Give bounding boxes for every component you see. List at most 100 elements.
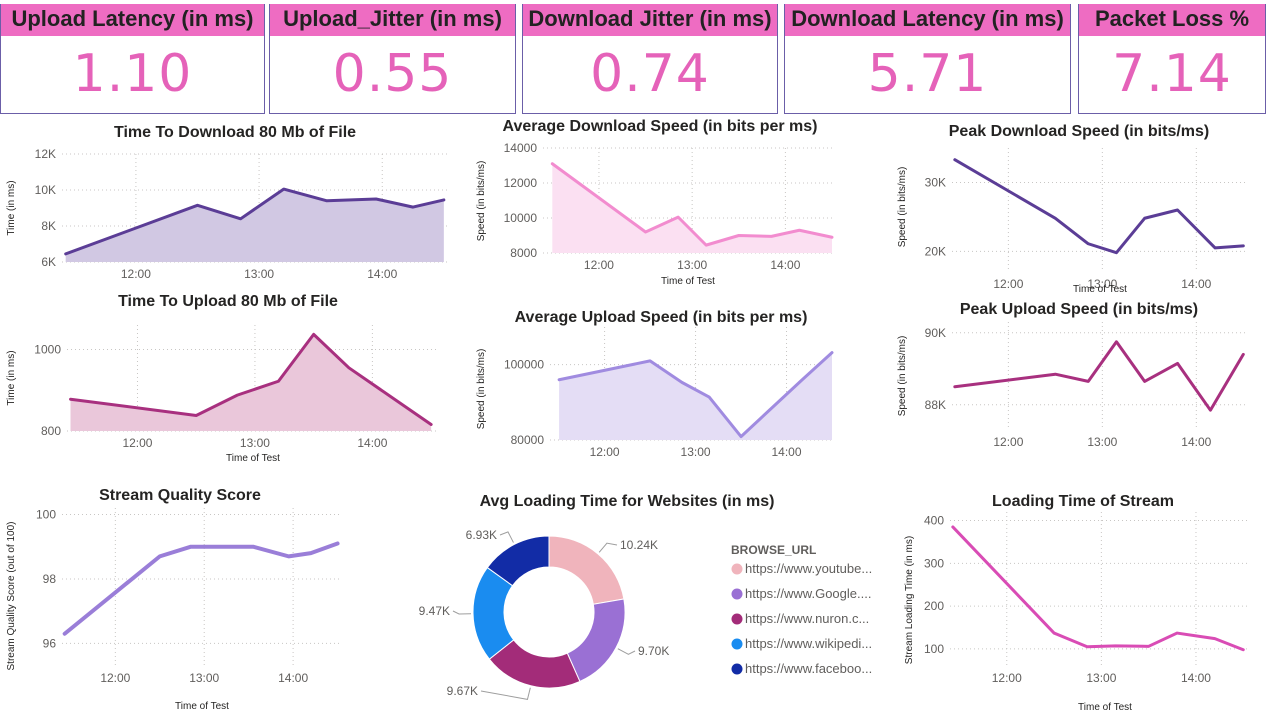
x-tick-label: 13:00 [244,267,274,281]
data-label-leader [480,687,531,700]
x-tick-label: 14:00 [1181,277,1211,291]
legend-marker [731,588,743,600]
series-line [951,525,1245,652]
chart-dl-time: Time To Download 80 Mb of File 6K 8K 10K 12K… [6,124,450,281]
series-line [62,541,340,636]
series-area [559,352,832,440]
x-tick-label: 13:00 [1087,435,1117,449]
series-line [953,158,1245,255]
y-axis-label: Time (in ms) [6,180,17,235]
data-label: 9.47K [419,604,450,618]
chart-title: Time To Upload 80 Mb of File [118,293,338,310]
chart-peak-dl: Peak Download Speed (in bits/ms) 20K 30K 12… [897,123,1248,295]
chart-title: Time To Download 80 Mb of File [114,124,356,141]
chart-stream-lt: Loading Time of Stream 100 200 300 400 12:00 1… [904,493,1248,713]
y-axis-label: Time (in ms) [6,350,17,405]
data-label-leader [452,610,472,615]
chart-title: Loading Time of Stream [992,493,1174,510]
x-tick-label: 14:00 [1181,435,1211,449]
y-axis-label: Speed (in bits/ms) [476,349,487,430]
y-tick-label: 8K [41,219,56,233]
chart-title: Stream Quality Score [99,487,261,504]
x-tick-label: 14:00 [278,671,308,685]
legend-marker [731,613,743,625]
x-tick-label: 14:00 [770,258,800,272]
donut-slice [566,598,626,683]
y-tick-label: 100 [924,642,944,656]
x-tick-label: 13:00 [681,445,711,459]
y-tick-label: 80000 [511,433,545,447]
legend-marker [731,663,743,675]
x-tick-label: 14:00 [367,267,397,281]
legend-item: https://www.nuron.c... [745,611,869,626]
y-tick-label: 300 [924,556,944,570]
x-axis-label: Time of Test [226,453,280,464]
y-tick-label: 96 [43,636,57,650]
y-axis-label: Speed (in bits/ms) [897,167,908,248]
legend-item: https://www.faceboo... [745,661,872,676]
data-label-leader [499,531,514,543]
data-label: 10.24K [620,538,658,552]
x-tick-label: 12:00 [100,671,130,685]
y-tick-label: 12K [35,147,56,161]
chart-title: Average Upload Speed (in bits per ms) [515,309,808,326]
y-tick-label: 10K [35,183,56,197]
x-tick-label: 14:00 [357,436,387,450]
y-tick-label: 90K [925,326,946,340]
y-tick-label: 6K [41,255,56,269]
y-axis-label: Speed (in bits/ms) [476,161,487,242]
x-tick-label: 12:00 [122,436,152,450]
x-tick-label: 12:00 [584,258,614,272]
data-label: 9.70K [638,644,669,658]
chart-websites-donut: Avg Loading Time for Websites (in ms) 10.… [419,493,872,700]
y-axis-label: Speed (in bits/ms) [897,336,908,417]
chart-stream-q: Stream Quality Score 96 98 100 12:00 13:00 14:… [6,487,342,712]
legend-title: BROWSE_URL [731,543,816,557]
x-tick-label: 13:00 [189,671,219,685]
y-tick-label: 1000 [34,342,61,356]
y-tick-label: 14000 [504,141,538,155]
charts-canvas: Time To Download 80 Mb of File 6K 8K 10K 12K… [6,118,1248,713]
x-tick-label: 13:00 [677,258,707,272]
x-tick-label: 14:00 [772,445,802,459]
chart-ul-time: Time To Upload 80 Mb of File 800 1000 12:00… [6,293,437,464]
chart-title: Peak Download Speed (in bits/ms) [949,123,1210,140]
legend-item: https://www.Google.... [745,586,871,601]
y-tick-label: 400 [924,514,944,528]
x-tick-label: 12:00 [121,267,151,281]
y-tick-label: 12000 [504,176,538,190]
x-axis-label: Time of Test [661,276,715,287]
x-tick-label: 12:00 [992,671,1022,685]
chart-title: Average Download Speed (in bits per ms) [502,118,817,135]
data-label: 9.67K [447,684,478,698]
y-tick-label: 100000 [504,358,544,372]
x-tick-label: 12:00 [993,435,1023,449]
y-tick-label: 30K [925,175,946,189]
chart-peak-ul: Peak Upload Speed (in bits/ms) 88K 90K 12:0… [897,301,1248,449]
legend-marker [731,563,743,575]
y-tick-label: 100 [36,507,56,521]
x-tick-label: 12:00 [590,445,620,459]
donut-slice [548,535,625,605]
chart-title: Peak Upload Speed (in bits/ms) [960,301,1198,318]
data-label-leader [598,542,618,553]
series-line [953,340,1245,412]
y-tick-label: 88K [925,398,946,412]
x-axis-label: Time of Test [1073,284,1127,295]
y-axis-label: Stream Loading Time (in ms) [904,536,915,664]
series-area [70,334,432,431]
legend-marker [731,638,743,650]
x-axis-label: Time of Test [1078,702,1132,713]
y-tick-label: 20K [925,244,946,258]
y-tick-label: 10000 [504,211,538,225]
chart-avg-dl: Average Download Speed (in bits per ms) 8… [476,118,834,287]
x-tick-label: 14:00 [1181,671,1211,685]
y-tick-label: 8000 [510,246,537,260]
y-tick-label: 200 [924,599,944,613]
y-tick-label: 98 [43,572,57,586]
x-tick-label: 13:00 [240,436,270,450]
legend-item: https://www.wikipedi... [745,636,872,651]
y-axis-label: Stream Quality Score (out of 100) [6,522,17,671]
chart-avg-ul: Average Upload Speed (in bits per ms) 800… [476,309,834,459]
x-tick-label: 12:00 [993,277,1023,291]
